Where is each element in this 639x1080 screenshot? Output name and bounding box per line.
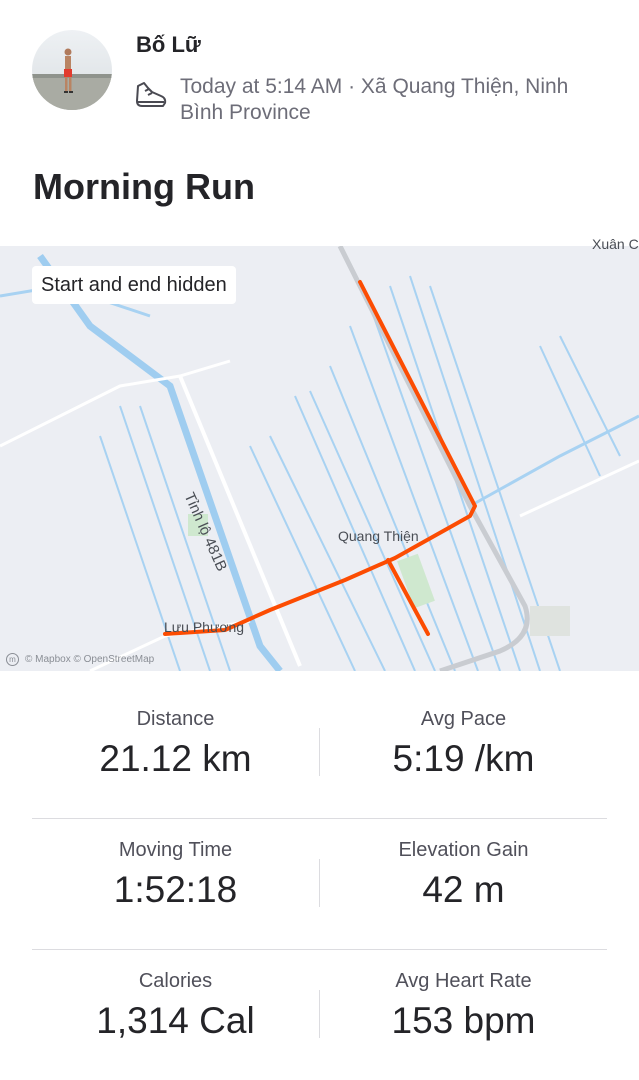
route-map[interactable]	[0, 246, 639, 671]
stat-label: Avg Pace	[420, 708, 507, 730]
stat-value: 5:19 /km	[392, 738, 535, 779]
stat-label: Moving Time	[118, 839, 233, 861]
stat-value: 21.12 km	[99, 738, 252, 779]
athlete-name[interactable]: Bố Lữ	[136, 32, 201, 58]
activity-meta: Today at 5:14 AM · Xã Quang Thiện, Ninh …	[180, 75, 569, 124]
map-attribution[interactable]: m © Mapbox © OpenStreetMap	[6, 653, 154, 666]
stats-grid: Distance 21.12 km Avg Pace 5:19 /km Movi…	[32, 688, 607, 1080]
stat-elevation-gain: Elevation Gain 42 m	[320, 837, 607, 911]
stat-value: 1:52:18	[113, 869, 238, 910]
stat-value: 42 m	[422, 869, 505, 910]
stats-row: Calories 1,314 Cal Avg Heart Rate 153 bp…	[32, 950, 607, 1080]
mapbox-icon: m	[6, 653, 19, 666]
running-shoe-icon	[136, 82, 167, 107]
stat-avg-heart-rate: Avg Heart Rate 153 bpm	[320, 968, 607, 1042]
privacy-chip: Start and end hidden	[32, 266, 236, 304]
stat-moving-time: Moving Time 1:52:18	[32, 837, 319, 911]
stats-row: Moving Time 1:52:18 Elevation Gain 42 m	[32, 819, 607, 950]
stat-calories: Calories 1,314 Cal	[32, 968, 319, 1042]
stat-value: 153 bpm	[391, 1000, 536, 1041]
activity-header: Bố Lữ Today at 5:14 AM · Xã Quang Thiện,…	[0, 0, 639, 240]
stat-label: Calories	[138, 970, 213, 992]
map-label-xuan-c: Xuân C	[592, 236, 639, 252]
stat-label: Distance	[136, 708, 215, 730]
stat-distance: Distance 21.12 km	[32, 706, 319, 780]
activity-title: Morning Run	[33, 166, 255, 207]
stat-avg-pace: Avg Pace 5:19 /km	[320, 706, 607, 780]
stat-label: Avg Heart Rate	[395, 970, 532, 992]
athlete-avatar[interactable]	[32, 30, 112, 110]
map-label-quang-thien: Quang Thiện	[338, 528, 419, 544]
stats-row: Distance 21.12 km Avg Pace 5:19 /km	[32, 688, 607, 819]
attribution-text: © Mapbox © OpenStreetMap	[25, 654, 155, 665]
map-label-luu-phuong: Lưu Phương	[164, 619, 245, 635]
stat-label: Elevation Gain	[398, 839, 529, 861]
stat-value: 1,314 Cal	[96, 1000, 255, 1041]
